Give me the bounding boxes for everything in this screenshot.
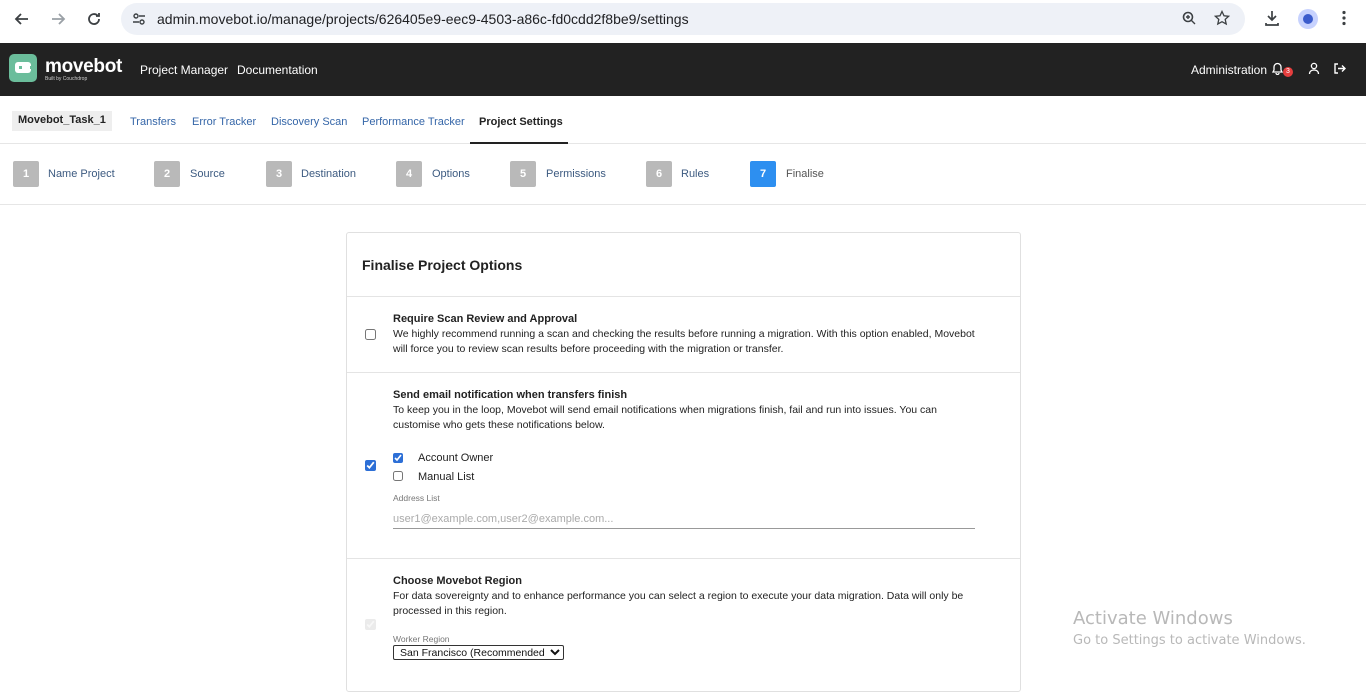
scan-review-title: Require Scan Review and Approval <box>393 313 578 325</box>
back-icon[interactable] <box>12 9 32 29</box>
step-4-label[interactable]: Options <box>432 168 470 180</box>
profile-icon[interactable] <box>1298 9 1318 29</box>
logout-icon[interactable] <box>1333 62 1346 78</box>
step-3-number[interactable]: 3 <box>266 161 292 187</box>
address-bar[interactable]: admin.movebot.io/manage/projects/626405e… <box>121 3 1245 35</box>
browser-toolbar: admin.movebot.io/manage/projects/626405e… <box>0 0 1366 38</box>
user-icon[interactable] <box>1308 62 1320 78</box>
finalise-options-card: Finalise Project Options Require Scan Re… <box>346 232 1021 692</box>
step-5-number[interactable]: 5 <box>510 161 536 187</box>
tab-performance-tracker[interactable]: Performance Tracker <box>362 116 465 128</box>
download-icon[interactable] <box>1262 9 1282 29</box>
step-1-label[interactable]: Name Project <box>48 168 115 180</box>
notification-badge: 3 <box>1283 67 1293 77</box>
manual-list-label[interactable]: Manual List <box>418 471 474 483</box>
bell-icon[interactable] <box>1271 62 1284 78</box>
step-7-number[interactable]: 7 <box>750 161 776 187</box>
step-2-label[interactable]: Source <box>190 168 225 180</box>
scan-review-checkbox[interactable] <box>365 329 376 340</box>
divider <box>347 372 1020 373</box>
movebot-logo-icon[interactable] <box>9 54 37 82</box>
step-7-label[interactable]: Finalise <box>786 168 824 180</box>
logo-text[interactable]: movebot <box>45 56 122 78</box>
url-text[interactable]: admin.movebot.io/manage/projects/626405e… <box>157 11 689 27</box>
wizard-steps: 1 Name Project 2 Source 3 Destination 4 … <box>0 144 1366 205</box>
email-notify-title: Send email notification when transfers f… <box>393 389 628 401</box>
project-name-label: Movebot_Task_1 <box>12 111 112 131</box>
activate-windows-subtitle: Go to Settings to activate Windows. <box>1073 633 1306 648</box>
tab-error-tracker[interactable]: Error Tracker <box>192 116 256 128</box>
divider <box>347 558 1020 559</box>
worker-region-select[interactable]: San Francisco (Recommended) <box>393 645 564 660</box>
zoom-icon[interactable] <box>1180 10 1198 28</box>
step-6-label[interactable]: Rules <box>681 168 709 180</box>
step-2-number[interactable]: 2 <box>154 161 180 187</box>
nav-administration[interactable]: Administration <box>1191 63 1267 77</box>
nav-project-manager[interactable]: Project Manager <box>140 63 228 77</box>
site-settings-icon[interactable] <box>131 11 147 27</box>
card-title: Finalise Project Options <box>362 257 523 273</box>
step-6-number[interactable]: 6 <box>646 161 672 187</box>
email-notify-description: To keep you in the loop, Movebot will se… <box>393 404 937 431</box>
star-icon[interactable] <box>1213 9 1231 28</box>
forward-icon[interactable] <box>48 9 68 29</box>
project-subnav: Movebot_Task_1 Transfers Error Tracker D… <box>0 96 1366 144</box>
app-header: movebot Built by Couchdrop Project Manag… <box>0 43 1366 96</box>
region-title: Choose Movebot Region <box>393 575 522 587</box>
account-owner-checkbox[interactable] <box>393 453 403 463</box>
tab-project-settings[interactable]: Project Settings <box>479 116 563 128</box>
account-owner-label[interactable]: Account Owner <box>418 452 493 464</box>
tab-discovery-scan[interactable]: Discovery Scan <box>271 116 347 128</box>
tab-transfers[interactable]: Transfers <box>130 116 176 128</box>
activate-windows-title: Activate Windows <box>1073 608 1233 629</box>
nav-documentation[interactable]: Documentation <box>237 63 318 77</box>
step-3-label[interactable]: Destination <box>301 168 356 180</box>
region-description: For data sovereignty and to enhance perf… <box>393 590 964 617</box>
address-list-input[interactable] <box>393 509 975 529</box>
address-list-label: Address List <box>393 493 440 503</box>
step-5-label[interactable]: Permissions <box>546 168 606 180</box>
manual-list-checkbox[interactable] <box>393 471 403 481</box>
email-notify-checkbox[interactable] <box>365 460 376 471</box>
divider <box>347 296 1020 297</box>
step-1-number[interactable]: 1 <box>13 161 39 187</box>
scan-review-description: We highly recommend running a scan and c… <box>393 328 975 355</box>
menu-icon[interactable] <box>1334 9 1354 29</box>
logo-subtitle: Built by Couchdrop <box>45 76 88 82</box>
reload-icon[interactable] <box>84 9 104 29</box>
step-4-number[interactable]: 4 <box>396 161 422 187</box>
region-checkbox <box>365 619 376 630</box>
worker-region-label: Worker Region <box>393 634 450 644</box>
